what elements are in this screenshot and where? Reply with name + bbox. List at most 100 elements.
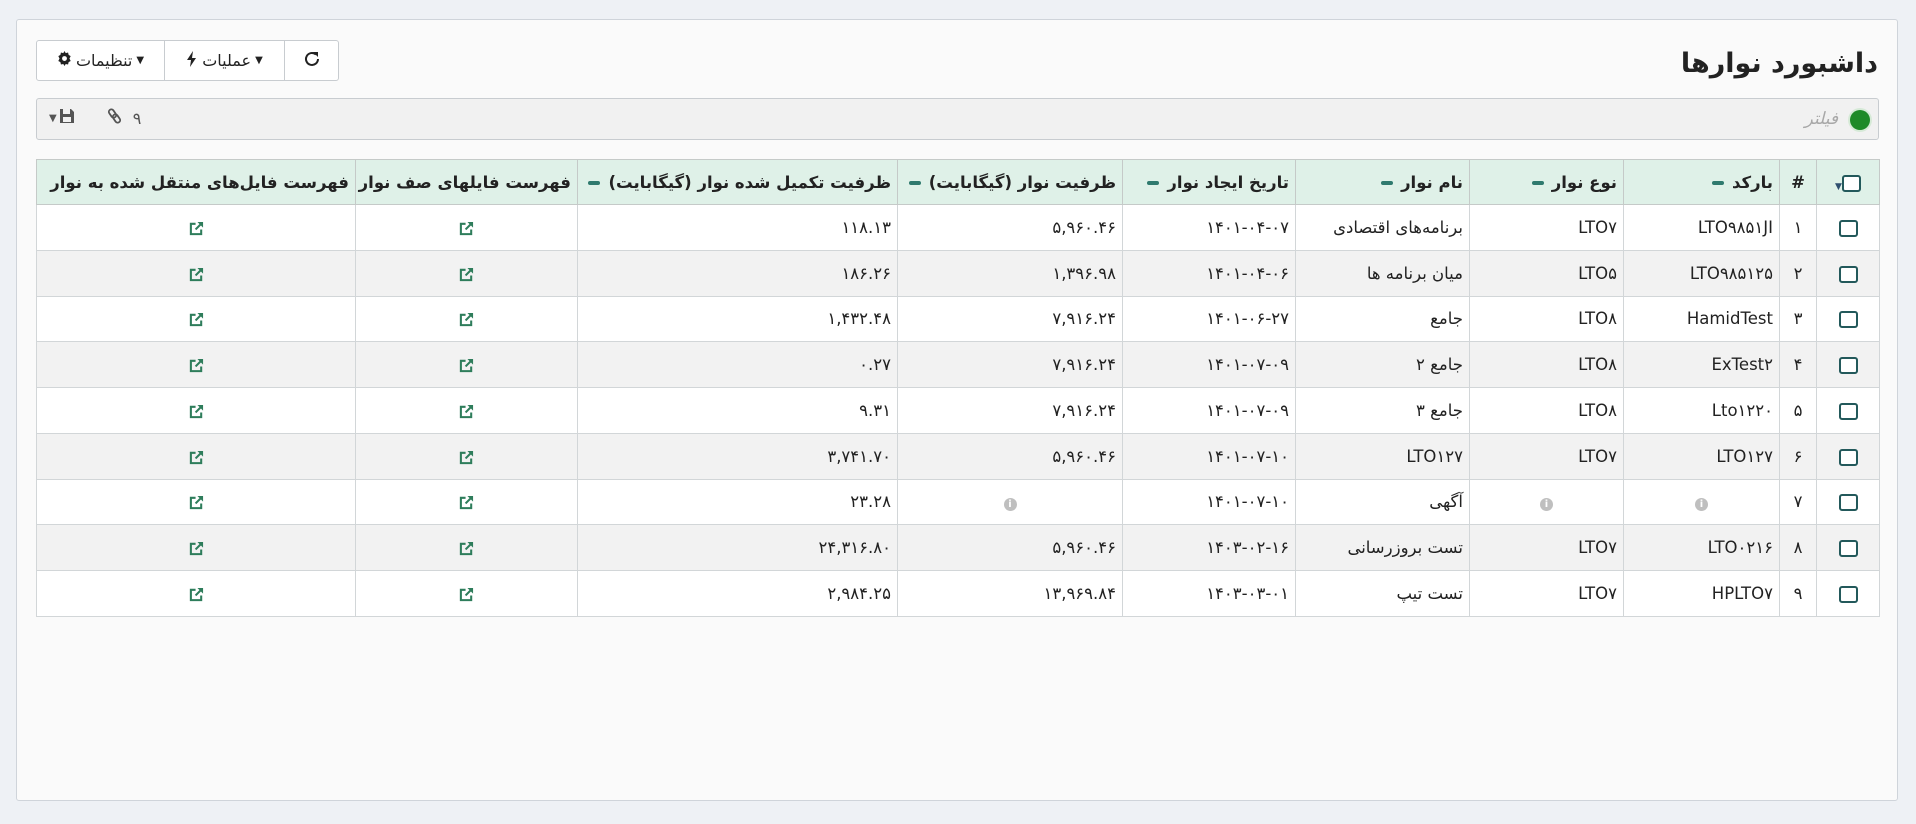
column-header-used-capacity[interactable]: ظرفیت تکمیل شده نوار (گیگابایت): [577, 159, 898, 205]
external-link-icon[interactable]: [189, 264, 204, 283]
queue-files-link-cell[interactable]: [355, 295, 578, 343]
column-label: تاریخ ایجاد نوار: [1167, 172, 1289, 192]
row-select-cell[interactable]: [1816, 432, 1880, 480]
row-select-cell[interactable]: [1816, 387, 1880, 434]
tape-type-cell: i: [1469, 478, 1624, 526]
column-header-type[interactable]: نوع نوار: [1469, 159, 1624, 205]
info-icon: i: [1695, 498, 1708, 512]
table-row[interactable]: ۹ HPLTO۷ LTO۷ تست تیپ ۱۴۰۳-۰۳-۰۱ ۱۳,۹۶۹.۸۴ ۲,۹…: [36, 570, 1880, 617]
transferred-files-link-cell[interactable]: [36, 295, 356, 343]
row-select-cell[interactable]: [1816, 524, 1880, 571]
toolbar: ▼ تنظیمات ▼ عملیات: [36, 40, 339, 81]
barcode-cell: ExTest۲: [1623, 341, 1780, 388]
table-row[interactable]: ۱ LTO۹۸۵۱JI LTO۷ برنامه‌های اقتصادی ۱۴۰۱-۰۴-…: [36, 204, 1880, 251]
row-checkbox[interactable]: [1838, 448, 1858, 466]
queue-files-link-cell[interactable]: [355, 387, 578, 434]
queue-files-link-cell[interactable]: [355, 249, 578, 297]
external-link-icon[interactable]: [189, 355, 204, 374]
row-index: ۲: [1779, 249, 1817, 297]
row-checkbox[interactable]: [1838, 357, 1858, 375]
row-select-cell[interactable]: [1816, 341, 1880, 388]
barcode-cell: i: [1623, 478, 1780, 526]
transferred-files-link-cell[interactable]: [36, 341, 356, 388]
sort-indicator-icon: [1147, 181, 1160, 185]
transferred-files-link-cell[interactable]: [36, 432, 356, 480]
transferred-files-link-cell[interactable]: [36, 249, 356, 297]
external-link-icon[interactable]: [189, 309, 204, 328]
external-link-icon[interactable]: [459, 264, 474, 283]
select-all-checkbox[interactable]: [1841, 174, 1861, 192]
refresh-icon: [303, 50, 321, 72]
column-header-capacity[interactable]: ظرفیت نوار (گیگابایت): [897, 159, 1123, 205]
external-link-icon[interactable]: [459, 401, 474, 420]
external-link-icon[interactable]: [459, 447, 474, 466]
table-header-row: ▼ # بارکد نوع نوار نام نوار تاریخ ایجاد …: [36, 159, 1880, 205]
transferred-files-link-cell[interactable]: [36, 524, 356, 571]
refresh-button[interactable]: [284, 40, 339, 81]
column-header-date[interactable]: تاریخ ایجاد نوار: [1122, 159, 1296, 205]
column-header-barcode[interactable]: بارکد: [1623, 159, 1780, 205]
select-all-header[interactable]: ▼: [1816, 159, 1880, 205]
tapes-table: ▼ # بارکد نوع نوار نام نوار تاریخ ایجاد …: [36, 159, 1880, 617]
row-checkbox[interactable]: [1838, 585, 1858, 603]
caret-down-icon: ▼: [1835, 181, 1842, 192]
row-select-cell[interactable]: [1816, 570, 1880, 617]
filter-tools: ▼ ۹: [49, 107, 141, 129]
external-link-icon[interactable]: [459, 355, 474, 374]
external-link-icon[interactable]: [459, 492, 474, 511]
external-link-icon[interactable]: [459, 584, 474, 603]
row-checkbox[interactable]: [1838, 402, 1858, 420]
table-row[interactable]: ۶ LTO۱۲۷ LTO۷ LTO۱۲۷ ۱۴۰۱-۰۷-۱۰ ۵,۹۶۰.۴۶ ۳,۷۴۱…: [36, 432, 1880, 480]
row-select-cell[interactable]: [1816, 249, 1880, 297]
external-link-icon[interactable]: [189, 447, 204, 466]
external-link-icon[interactable]: [189, 401, 204, 420]
external-link-icon[interactable]: [189, 584, 204, 603]
external-link-icon[interactable]: [459, 538, 474, 557]
filter-bar[interactable]: فیلتر ▼ ۹: [36, 98, 1879, 140]
column-header-name[interactable]: نام نوار: [1295, 159, 1470, 205]
row-select-cell[interactable]: [1816, 295, 1880, 343]
queue-files-link-cell[interactable]: [355, 204, 578, 251]
transferred-files-link-cell[interactable]: [36, 387, 356, 434]
link-icon[interactable]: [107, 107, 123, 129]
row-checkbox[interactable]: [1838, 540, 1858, 558]
sort-indicator-icon: [1711, 181, 1724, 185]
row-select-cell[interactable]: [1816, 204, 1880, 251]
filter-input[interactable]: فیلتر: [1805, 109, 1838, 129]
row-checkbox[interactable]: [1838, 219, 1858, 237]
tape-name-cell: تست تیپ: [1295, 570, 1470, 617]
external-link-icon[interactable]: [189, 538, 204, 557]
external-link-icon[interactable]: [189, 218, 204, 237]
info-icon: i: [1003, 498, 1017, 512]
table-row[interactable]: ۲ LTO۹۸۵۱۲۵ LTO۵ میان برنامه ها ۱۴۰۱-۰۴-۰۶ ۱,…: [36, 249, 1880, 297]
capacity-cell: ۱,۳۹۶.۹۸: [897, 249, 1123, 297]
created-date-cell: ۱۴۰۳-۰۳-۰۱: [1122, 570, 1296, 617]
queue-files-link-cell[interactable]: [355, 478, 578, 526]
row-select-cell[interactable]: [1816, 478, 1880, 526]
row-checkbox[interactable]: [1838, 311, 1858, 329]
used-capacity-cell: ۱۸۶.۲۶: [577, 249, 898, 297]
queue-files-link-cell[interactable]: [355, 524, 578, 571]
operations-button[interactable]: ▼ عملیات: [164, 40, 285, 81]
external-link-icon[interactable]: [189, 492, 204, 511]
table-row[interactable]: ۵ Lto۱۲۲۰ LTO۸ جامع ۳ ۱۴۰۱-۰۷-۰۹ ۷,۹۱۶.۲۴ ۹.۳۱: [36, 387, 1880, 434]
queue-files-link-cell[interactable]: [355, 432, 578, 480]
external-link-icon[interactable]: [459, 218, 474, 237]
row-checkbox[interactable]: [1838, 265, 1858, 283]
table-row[interactable]: ۸ LTO۰۲۱۶ LTO۷ تست بروزرسانی ۱۴۰۳-۰۲-۱۶ ۵,۹۶۰…: [36, 524, 1880, 571]
queue-files-link-cell[interactable]: [355, 341, 578, 388]
table-row[interactable]: ۴ ExTest۲ LTO۸ جامع ۲ ۱۴۰۱-۰۷-۰۹ ۷,۹۱۶.۲۴ ۰.۲۷: [36, 341, 1880, 388]
transferred-files-link-cell[interactable]: [36, 478, 356, 526]
row-checkbox[interactable]: [1838, 494, 1858, 512]
table-row[interactable]: ۳ HamidTest LTO۸ جامع ۱۴۰۱-۰۶-۲۷ ۷,۹۱۶.۲۴ ۱,۴۳…: [36, 295, 1880, 343]
transferred-files-link-cell[interactable]: [36, 570, 356, 617]
queue-files-link-cell[interactable]: [355, 570, 578, 617]
tape-type-cell: LTO۸: [1469, 341, 1624, 388]
tape-type-cell: LTO۷: [1469, 432, 1624, 480]
save-dropdown[interactable]: ▼: [49, 108, 75, 128]
settings-button[interactable]: ▼ تنظیمات: [36, 40, 165, 81]
table-row[interactable]: ۷ i i آگهی ۱۴۰۱-۰۷-۱۰ i ۲۳.۲۸: [36, 478, 1880, 526]
used-capacity-cell: ۱۱۸.۱۳: [577, 204, 898, 251]
external-link-icon[interactable]: [459, 309, 474, 328]
transferred-files-link-cell[interactable]: [36, 204, 356, 251]
